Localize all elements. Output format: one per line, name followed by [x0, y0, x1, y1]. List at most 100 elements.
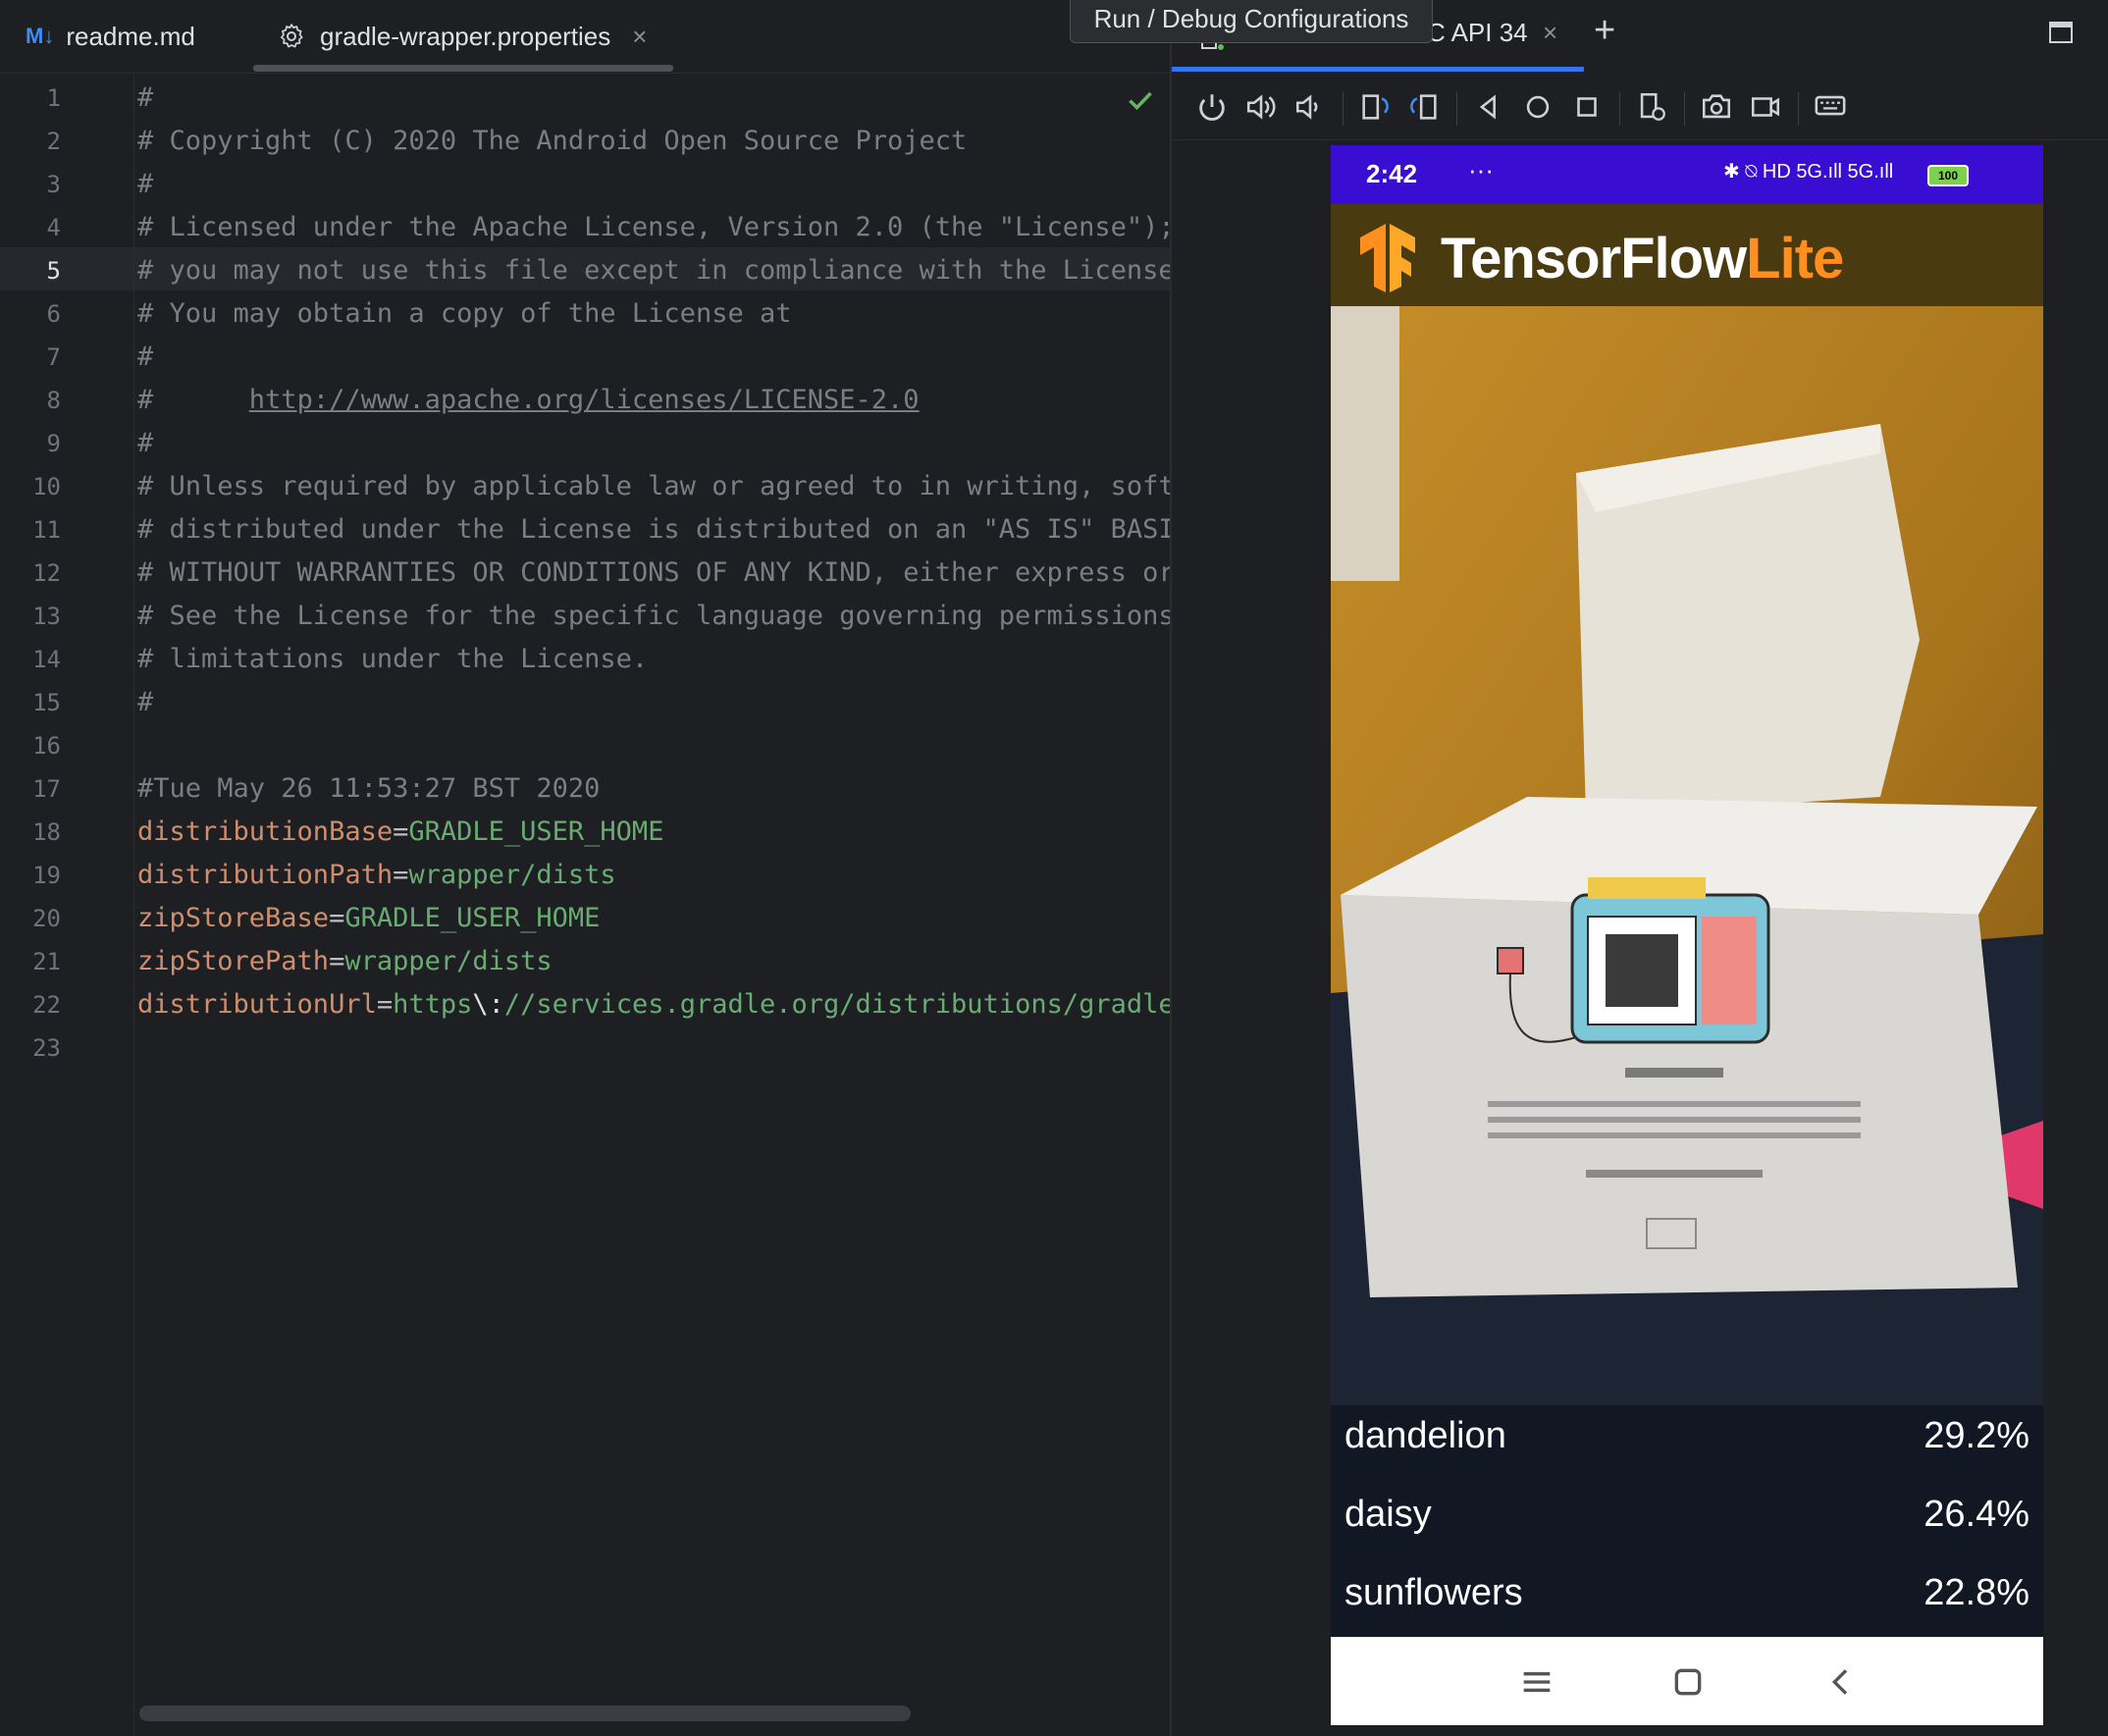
code-line: zipStorePath=wrapper/dists [137, 942, 553, 981]
tensorflow-logo-icon [1360, 224, 1415, 292]
property-key: zipStorePath [137, 946, 330, 976]
overview-icon[interactable] [1570, 90, 1604, 124]
device-settings-icon[interactable] [1635, 90, 1668, 124]
toolbar-separator [1343, 92, 1344, 126]
line-number: 11 [32, 516, 61, 544]
line-number: 23 [32, 1034, 61, 1062]
property-value: wrapper/dists [408, 860, 616, 890]
classification-results: dandelion 29.2% daisy 26.4% sunflowers 2… [1331, 1405, 2043, 1637]
result-score: 26.4% [1924, 1494, 2029, 1535]
tab-gradle-wrapper-properties[interactable]: gradle-wrapper.properties × [277, 0, 647, 73]
tab-readme[interactable]: M↓ readme.md [26, 0, 195, 73]
code-line: # http://www.apache.org/licenses/LICENSE… [137, 381, 920, 420]
device-tab-close-icon[interactable]: × [1543, 18, 1557, 48]
active-tab-indicator [253, 65, 673, 72]
run-debug-configurations-tooltip: Run / Debug Configurations [1070, 0, 1433, 43]
volume-up-icon[interactable] [1244, 90, 1278, 124]
camera-preview-image [1331, 306, 2043, 1405]
horizontal-scrollbar[interactable] [139, 1706, 911, 1721]
line-number: 3 [46, 171, 61, 198]
result-label: dandelion [1344, 1415, 1506, 1456]
code-line: # [137, 428, 154, 458]
line-number: 10 [32, 473, 61, 500]
code-line: # distributed under the License is distr… [137, 514, 1170, 545]
equals-sign: = [393, 860, 409, 890]
device-tab-label[interactable]: C API 34 [1427, 18, 1528, 48]
code-line: # [137, 342, 154, 372]
equals-sign: = [376, 989, 394, 1020]
screenshot-camera-icon[interactable] [1700, 90, 1733, 124]
result-row: sunflowers 22.8% [1344, 1562, 2029, 1631]
line-number: 8 [46, 387, 61, 414]
volume-down-icon[interactable] [1293, 90, 1327, 124]
line-number: 20 [32, 905, 61, 932]
code-line: # You may obtain a copy of the License a… [137, 298, 792, 329]
status-icons: ✱ ⍉ HD 5G.ıll 5G.ıll [1723, 161, 1894, 183]
property-key: distributionBase [137, 816, 394, 847]
menu-icon[interactable] [1517, 1662, 1556, 1702]
result-score: 29.2% [1924, 1415, 2029, 1456]
line-number: 22 [32, 991, 61, 1019]
code-line: # Licensed under the Apache License, Ver… [137, 212, 1170, 242]
property-key: zipStoreBase [137, 903, 330, 933]
rotate-right-icon[interactable] [1407, 90, 1441, 124]
property-value: GRADLE_USER_HOME [344, 903, 601, 933]
property-key: distributionUrl [137, 989, 377, 1020]
status-time: 2:42 [1366, 159, 1418, 188]
line-number: 21 [32, 948, 61, 975]
toolbar-separator [1798, 92, 1799, 126]
line-number: 18 [32, 818, 61, 846]
keyboard-icon[interactable] [1814, 90, 1847, 124]
app-title-accent: Lite [1746, 227, 1844, 290]
home-icon[interactable] [1521, 90, 1555, 124]
code-line: # limitations under the License. [137, 644, 649, 674]
tab-close-icon[interactable]: × [632, 22, 647, 52]
code-area[interactable]: # # Copyright (C) 2020 The Android Open … [137, 75, 1170, 1723]
escape-sequence: \: [472, 989, 504, 1020]
tab-readme-label: readme.md [66, 21, 195, 51]
camera-preview [1331, 306, 2043, 1405]
line-number: 17 [32, 775, 61, 803]
screen-record-icon[interactable] [1749, 90, 1782, 124]
license-link[interactable]: http://www.apache.org/licenses/LICENSE-2… [249, 385, 920, 415]
line-number: 7 [46, 343, 61, 371]
gear-icon [281, 24, 303, 48]
code-line: # See the License for the specific langu… [137, 601, 1170, 631]
result-row: daisy 26.4% [1344, 1484, 2029, 1552]
emulator-toolbar [1172, 80, 2108, 140]
equals-sign: = [393, 816, 409, 847]
property-value: https [393, 989, 473, 1020]
code-line: distributionPath=wrapper/dists [137, 856, 616, 895]
result-score: 22.8% [1924, 1572, 2029, 1613]
app-header: TensorFlowLite [1331, 204, 2043, 306]
line-number-gutter: 1 2 3 4 5 6 7 8 9 10 11 12 13 14 15 16 17 18 19 20 21 22 23 [0, 75, 134, 1736]
no-problems-check-icon[interactable] [1127, 86, 1154, 114]
rotate-left-icon[interactable] [1358, 90, 1392, 124]
equals-sign: = [329, 946, 345, 976]
notification-dots-icon: ··· [1468, 155, 1494, 184]
app-title: TensorFlowLite [1441, 226, 1844, 291]
line-number: 9 [46, 430, 61, 457]
power-icon[interactable] [1195, 90, 1229, 124]
property-value: wrapper/dists [344, 946, 553, 976]
back-icon[interactable] [1472, 90, 1505, 124]
line-number: 16 [32, 732, 61, 760]
result-row: dandelion 29.2% [1344, 1405, 2029, 1474]
back-chevron-icon[interactable] [1821, 1662, 1861, 1702]
code-line: # Copyright (C) 2020 The Android Open So… [137, 126, 968, 156]
line-number: 5 [46, 257, 61, 285]
code-line: # [137, 82, 154, 113]
line-number: 6 [46, 300, 61, 328]
line-number: 15 [32, 689, 61, 716]
device-tab-active-indicator [1172, 67, 1584, 72]
maximize-icon[interactable] [2049, 22, 2073, 43]
battery-icon: 100 [1927, 165, 1969, 186]
phone-screen[interactable]: 2:42 ··· ✱ ⍉ HD 5G.ıll 5G.ıll 100 Tensor… [1331, 145, 2043, 1725]
toolbar-separator [1456, 92, 1457, 126]
line-number: 13 [32, 603, 61, 630]
equals-sign: = [329, 903, 345, 933]
add-device-tab-icon[interactable]: + [1594, 10, 1615, 52]
result-label: daisy [1344, 1494, 1432, 1535]
home-square-icon[interactable] [1668, 1662, 1708, 1702]
code-line: # WITHOUT WARRANTIES OR CONDITIONS OF AN… [137, 557, 1170, 588]
